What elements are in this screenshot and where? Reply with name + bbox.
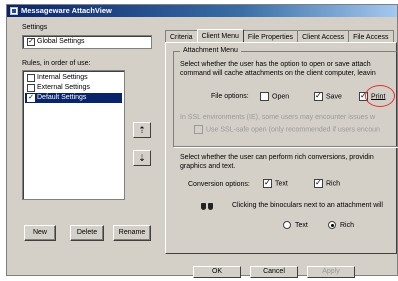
conversion-description-line2: graphics and text. [180,163,236,170]
save-checkbox[interactable] [314,91,323,101]
file-options-label: File options: [211,93,249,100]
checkbox-icon[interactable] [27,74,35,82]
client-menu-panel: Attachment Menu Select whether the user … [165,42,398,254]
apply-button-label: Apply [322,268,340,275]
ssl-notice: In SSL environments (IE), some users may… [180,114,376,121]
text-radio[interactable] [283,221,291,230]
window-title: Messageware AttachView [21,6,112,15]
text-radio-label: Text [295,222,308,229]
arrow-down-icon: ⇣ [138,153,146,163]
print-highlight-annotation [365,85,395,107]
save-label: Save [326,93,342,101]
title-bar[interactable]: Messageware AttachView [7,5,397,17]
tab-strip: Criteria Client Menu File Properties Client… [165,28,395,42]
rich-conversion-option[interactable]: Rich [314,178,341,189]
tab-client-menu[interactable]: Client Menu [196,29,244,42]
binoculars-icon [201,201,213,210]
rules-label: Rules, in order of use: [22,60,91,67]
global-settings-box: ✓ Global Settings [22,35,152,49]
rule-label: Default Settings [37,94,87,101]
ssl-safe-checkbox[interactable] [194,125,203,134]
ok-button-label: OK [211,268,223,275]
move-up-button[interactable]: ⇡ [133,122,151,138]
rich-conversion-label: Rich [326,180,341,188]
text-radio-option[interactable]: Text [283,221,308,231]
rich-radio-option[interactable]: Rich [328,221,354,231]
rename-button[interactable]: Rename [113,225,151,241]
checkbox-icon[interactable] [27,84,35,92]
attachment-menu-legend: Attachment Menu [180,47,241,54]
app-icon [10,7,18,15]
checkbox-icon[interactable]: ✓ [27,94,35,102]
tab-criteria[interactable]: Criteria [165,30,198,42]
open-checkbox[interactable] [260,92,269,101]
cancel-button[interactable]: Cancel [250,266,298,278]
ok-button[interactable]: OK [193,266,241,278]
rename-button-label: Rename [118,229,146,236]
global-settings-label: Global Settings [37,38,85,45]
rule-item-internal[interactable]: Internal Settings [25,73,122,83]
rule-label: Internal Settings [37,74,88,81]
delete-button[interactable]: Delete [70,225,104,241]
apply-button[interactable]: Apply [307,266,355,278]
arrow-up-icon: ⇡ [138,125,146,135]
open-option[interactable]: Open [260,92,289,102]
rich-radio[interactable] [328,221,336,230]
attachment-menu-description-line1: Select whether the user has the option t… [180,61,371,68]
open-label: Open [272,93,290,101]
text-conversion-option[interactable]: Text [263,178,288,189]
rich-radio-label: Rich [340,222,355,229]
cancel-button-label: Cancel [263,268,285,275]
rule-item-external[interactable]: External Settings [25,83,122,93]
ssl-safe-label: Use SSL-safe open (only recommended if u… [206,126,380,134]
tab-file-properties[interactable]: File Properties [242,30,299,42]
ssl-safe-option[interactable]: Use SSL-safe open (only recommended if u… [194,125,380,135]
settings-group-label: Settings [22,24,48,31]
attachment-menu-description-line2: command will cache attachments on the cl… [180,70,376,77]
rule-item-default[interactable]: ✓ Default Settings [25,93,122,103]
conversion-options-label: Conversion options: [188,181,250,188]
rich-conversion-checkbox[interactable] [314,178,323,188]
text-conversion-label: Text [275,180,288,188]
rules-list[interactable]: Internal Settings External Settings ✓ De… [22,70,125,200]
rule-label: External Settings [37,84,90,91]
delete-button-label: Delete [76,229,98,236]
tab-file-access[interactable]: File Access [348,30,394,42]
global-settings-item[interactable]: ✓ Global Settings [25,37,84,47]
move-down-button[interactable]: ⇣ [133,150,151,166]
text-conversion-checkbox[interactable] [263,178,272,188]
binoculars-description: Clicking the binoculars next to an attac… [232,202,383,209]
checkbox-icon[interactable]: ✓ [27,38,35,46]
save-option[interactable]: Save [314,91,342,102]
conversion-description-line1: Select whether the user can perform rich… [180,154,374,161]
tab-client-access[interactable]: Client Access [297,30,350,42]
new-button-label: New [32,229,47,236]
new-button[interactable]: New [24,225,56,241]
